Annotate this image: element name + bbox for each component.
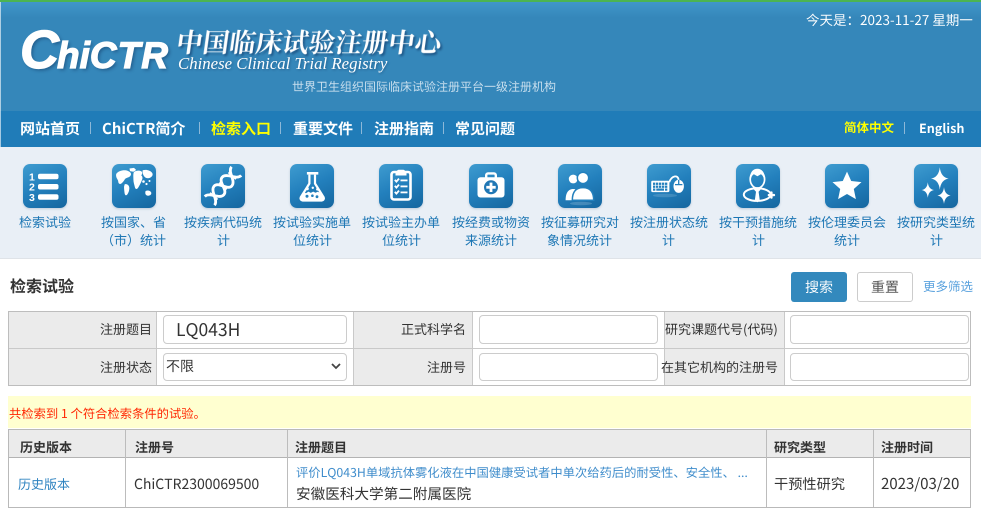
svg-text:3: 3 bbox=[29, 192, 35, 204]
